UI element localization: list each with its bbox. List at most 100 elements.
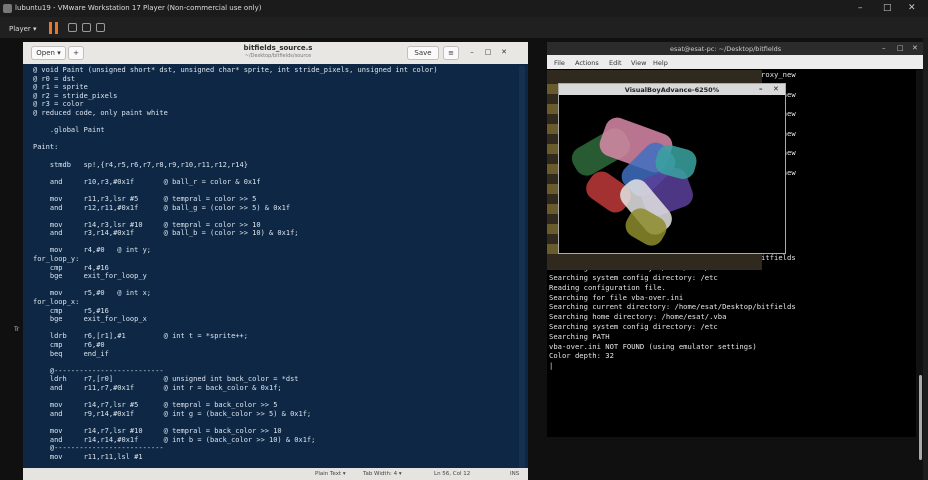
player-menu[interactable]: Player ▾ <box>9 25 37 33</box>
unity-icon[interactable] <box>96 23 105 32</box>
language-selector[interactable]: Plain Text ▾ <box>315 471 346 477</box>
insert-mode: INS <box>510 471 520 477</box>
maximize-button[interactable]: □ <box>897 44 904 52</box>
menu-actions[interactable]: Actions <box>575 59 599 67</box>
new-tab-button[interactable]: + <box>68 46 84 60</box>
hamburger-menu-icon[interactable]: ≡ <box>443 46 459 60</box>
code-line: bge exit_for_loop_x <box>33 315 147 324</box>
close-button[interactable]: ✕ <box>908 3 916 13</box>
maximize-button[interactable]: □ <box>883 3 892 13</box>
close-button[interactable]: ✕ <box>773 85 779 93</box>
terminal-line: Searching PATH <box>549 331 610 341</box>
code-line: @ r0 = dst <box>33 74 76 83</box>
code-line: mov r14,r7,lsr #10 @ tempral = back_colo… <box>33 426 282 435</box>
host-window-edge <box>923 38 928 480</box>
code-line: mov r11,r3,lsr #5 @ tempral = color >> 5 <box>33 194 257 203</box>
code-line: @-------------------------- <box>33 366 164 375</box>
terminal-line: Searching system config directory: /etc <box>549 272 718 282</box>
code-line: and r3,r14,#0x1f @ ball_b = (color >> 10… <box>33 229 299 238</box>
code-line: cmp r5,#16 <box>33 306 109 315</box>
fullscreen-icon[interactable] <box>82 23 91 32</box>
minimize-button[interactable]: – <box>465 46 479 60</box>
code-editor[interactable]: @ void Paint (unsigned short* dst, unsig… <box>33 66 517 467</box>
vmware-logo-icon <box>3 4 12 13</box>
code-line: .global Paint <box>33 126 105 135</box>
vmware-toolbar: Player ▾ <box>0 17 928 38</box>
code-line: beq end_if <box>33 349 109 358</box>
close-button[interactable]: ✕ <box>497 46 511 60</box>
minimize-button[interactable]: – <box>882 44 886 52</box>
game-screen[interactable] <box>561 97 783 252</box>
editor-scrollbar[interactable] <box>519 66 525 468</box>
terminal-line: | <box>549 361 554 371</box>
minimize-button[interactable]: – <box>858 3 863 13</box>
terminal-line: Searching for file vba-over.ini <box>549 292 684 302</box>
gedit-window: Open ▾ + bitfields_source.s ~/Desktop/bi… <box>23 42 528 480</box>
tab-width-selector[interactable]: Tab Width: 4 ▾ <box>363 471 402 477</box>
menu-help[interactable]: Help <box>653 59 668 67</box>
code-line: bge exit_for_loop_y <box>33 272 147 281</box>
menu-edit[interactable]: Edit <box>609 59 622 67</box>
terminal-line: Searching current directory: /home/esat/… <box>549 302 796 312</box>
code-line: @ reduced code, only paint white <box>33 108 168 117</box>
code-line: and r14,r14,#0x1f @ int b = (back_color … <box>33 435 316 444</box>
code-line: Paint: <box>33 143 59 152</box>
code-line: mov r14,r3,lsr #10 @ tempral = color >> … <box>33 220 261 229</box>
code-line: mov r14,r7,lsr #5 @ tempral = back_color… <box>33 401 278 410</box>
code-line: @-------------------------- <box>33 444 164 453</box>
terminal-line: Reading configuration file. <box>549 282 666 292</box>
code-line: @ r3 = color <box>33 100 84 109</box>
scrollbar-thumb[interactable] <box>919 375 922 460</box>
code-line: stmdb sp!,{r4,r5,r6,r7,r8,r9,r10,r11,r12… <box>33 160 248 169</box>
terminal-line: Searching home directory: /home/esat/.vb… <box>549 312 727 322</box>
menu-file[interactable]: File <box>554 59 565 67</box>
code-line: ldrh r7,[r0] @ unsigned int back_color =… <box>33 375 299 384</box>
pause-icon[interactable] <box>49 22 59 34</box>
code-line: cmp r4,#16 <box>33 263 109 272</box>
code-line: and r12,r11,#0x1f @ ball_g = (color >> 5… <box>33 203 291 212</box>
maximize-button[interactable]: □ <box>481 46 495 60</box>
visualboyadvance-window: VisualBoyAdvance-6250% – ✕ <box>558 83 786 254</box>
vmware-title-bar: lubuntu19 - VMware Workstation 17 Player… <box>0 0 928 17</box>
terminal-line: Color depth: 32 <box>549 351 614 361</box>
document-path: ~/Desktop/bitfields/source <box>244 53 312 59</box>
vmware-window-title: lubuntu19 - VMware Workstation 17 Player… <box>15 4 262 12</box>
code-line: @ void Paint (unsigned short* dst, unsig… <box>33 66 438 74</box>
gedit-headerbar: Open ▾ + bitfields_source.s ~/Desktop/bi… <box>23 42 528 64</box>
code-line: for_loop_y: <box>33 255 80 264</box>
terminal-line: Searching system config directory: /etc <box>549 321 718 331</box>
menu-view[interactable]: View <box>631 59 646 67</box>
vba-title: VisualBoyAdvance-6250% <box>624 86 720 94</box>
save-button[interactable]: Save <box>407 46 439 60</box>
send-ctrl-alt-del-icon[interactable] <box>68 23 77 32</box>
vba-titlebar: VisualBoyAdvance-6250% – ✕ <box>559 84 785 95</box>
code-line: and r9,r14,#0x1f @ int g = (back_color >… <box>33 409 312 418</box>
minimize-button[interactable]: – <box>759 85 763 93</box>
terminal-title: esat@esat-pc: ~/Desktop/bitfields <box>670 45 782 53</box>
desktop-side-label: Tr <box>14 326 20 333</box>
code-line: and r11,r7,#0x1f @ int r = back_color & … <box>33 383 282 392</box>
cursor-position: Ln 56, Col 12 <box>434 471 471 477</box>
code-line: mov r4,#0 @ int y; <box>33 246 152 255</box>
close-button[interactable]: ✕ <box>912 44 918 52</box>
code-line: @ r2 = stride_pixels <box>33 91 118 100</box>
code-line: and r10,r3,#0x1f @ ball_r = color & 0x1f <box>33 177 261 186</box>
code-line: ldrb r6,[r1],#1 @ int t = *sprite++; <box>33 332 248 341</box>
terminal-menubar: File Actions Edit View Help <box>547 55 925 69</box>
terminal-line: vba-over.ini NOT FOUND (using emulator s… <box>549 341 757 351</box>
open-button[interactable]: Open ▾ <box>31 46 66 60</box>
gedit-statusbar: Plain Text ▾ Tab Width: 4 ▾ Ln 56, Col 1… <box>23 468 528 480</box>
code-line: for_loop_x: <box>33 298 80 307</box>
document-title: bitfields_source.s <box>243 44 313 52</box>
